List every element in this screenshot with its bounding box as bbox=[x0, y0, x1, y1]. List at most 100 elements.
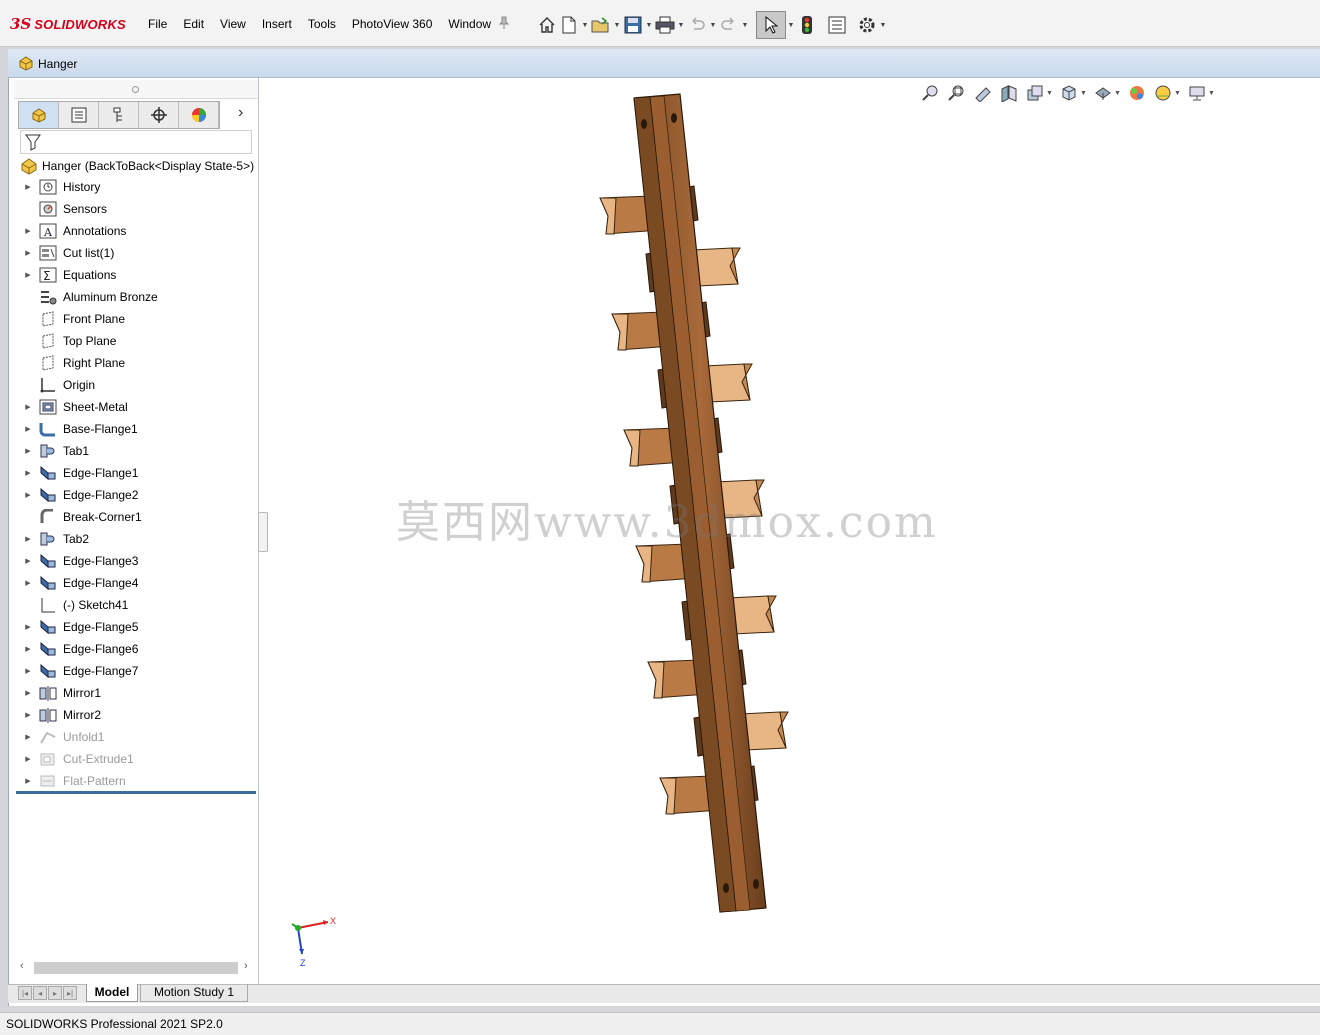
expand-arrow-icon[interactable]: ▶ bbox=[18, 227, 38, 235]
prev-tab-icon[interactable]: ◂ bbox=[33, 986, 47, 1000]
expand-arrow-icon[interactable]: ▶ bbox=[18, 271, 38, 279]
rollback-bar[interactable] bbox=[16, 791, 256, 794]
display-style-dropdown-icon[interactable]: ▼ bbox=[1114, 90, 1122, 97]
apply-scene-icon[interactable] bbox=[1152, 82, 1174, 104]
tab-motion-study[interactable]: Motion Study 1 bbox=[140, 984, 248, 1002]
tree-item-tab1[interactable]: ▶ Tab1 bbox=[18, 440, 256, 462]
tab-propertymanager[interactable] bbox=[59, 102, 99, 128]
tree-item-origin[interactable]: Origin bbox=[18, 374, 256, 396]
tree-item-top-plane[interactable]: Top Plane bbox=[18, 330, 256, 352]
panel-splitter-handle[interactable] bbox=[258, 512, 268, 552]
tree-item-equations[interactable]: ▶ Σ Equations bbox=[18, 264, 256, 286]
select-dropdown-icon[interactable]: ▼ bbox=[786, 14, 796, 36]
edit-appearance-icon[interactable] bbox=[1126, 82, 1148, 104]
expand-arrow-icon[interactable]: ▶ bbox=[18, 645, 38, 653]
save-icon[interactable] bbox=[622, 14, 644, 36]
expand-arrow-icon[interactable]: ▶ bbox=[18, 777, 38, 785]
tree-item-front-plane[interactable]: Front Plane bbox=[18, 308, 256, 330]
expand-arrow-icon[interactable]: ▶ bbox=[18, 667, 38, 675]
view-settings-icon[interactable] bbox=[1186, 82, 1208, 104]
select-pointer-icon[interactable] bbox=[756, 11, 786, 39]
expand-arrow-icon[interactable]: ▶ bbox=[18, 733, 38, 741]
expand-arrow-icon[interactable]: ▶ bbox=[18, 689, 38, 697]
tree-item-cut-list-1[interactable]: ▶ Cut list(1) bbox=[18, 242, 256, 264]
expand-arrow-icon[interactable]: ▶ bbox=[18, 755, 38, 763]
tree-item-cut-extrude1[interactable]: ▶ Cut-Extrude1 bbox=[18, 748, 256, 770]
open-icon[interactable] bbox=[590, 14, 612, 36]
tree-item-unfold1[interactable]: ▶ Unfold1 bbox=[18, 726, 256, 748]
tree-item-right-plane[interactable]: Right Plane bbox=[18, 352, 256, 374]
tree-item-sketch41[interactable]: (-) Sketch41 bbox=[18, 594, 256, 616]
menu-tools[interactable]: Tools bbox=[300, 17, 344, 31]
tree-item-aluminum-bronze[interactable]: Aluminum Bronze bbox=[18, 286, 256, 308]
orientation-dropdown-icon[interactable]: ▼ bbox=[1080, 90, 1088, 97]
menu-window[interactable]: Window bbox=[440, 17, 499, 31]
first-tab-icon[interactable]: |◂ bbox=[18, 986, 32, 1000]
tree-item-flat-pattern[interactable]: ▶ Flat-Pattern bbox=[18, 770, 256, 792]
expand-arrow-icon[interactable]: ▶ bbox=[18, 579, 38, 587]
tab-model[interactable]: Model bbox=[86, 984, 138, 1002]
save-dropdown-icon[interactable]: ▼ bbox=[644, 14, 654, 36]
expand-arrow-icon[interactable]: ▶ bbox=[18, 711, 38, 719]
solidworks-logo[interactable]: 3S SOLIDWORKS bbox=[10, 14, 126, 34]
home-icon[interactable] bbox=[536, 14, 558, 36]
tree-item-edge-flange4[interactable]: ▶ Edge-Flange4 bbox=[18, 572, 256, 594]
undo-dropdown-icon[interactable]: ▼ bbox=[708, 14, 718, 36]
undo-icon[interactable] bbox=[686, 14, 708, 36]
tree-item-break-corner1[interactable]: Break-Corner1 bbox=[18, 506, 256, 528]
print-dropdown-icon[interactable]: ▼ bbox=[676, 14, 686, 36]
next-tab-icon[interactable]: ▸ bbox=[48, 986, 62, 1000]
tree-item-edge-flange7[interactable]: ▶ Edge-Flange7 bbox=[18, 660, 256, 682]
scroll-thumb[interactable] bbox=[34, 962, 238, 974]
tree-item-mirror2[interactable]: ▶ Mirror2 bbox=[18, 704, 256, 726]
tree-horizontal-scrollbar[interactable]: ‹ › bbox=[18, 960, 254, 976]
expand-arrow-icon[interactable]: ▶ bbox=[18, 447, 38, 455]
display-style-icon[interactable] bbox=[1092, 82, 1114, 104]
print-icon[interactable] bbox=[654, 14, 676, 36]
panel-grip[interactable] bbox=[14, 80, 258, 99]
tree-filter-input[interactable] bbox=[20, 130, 252, 154]
expand-arrow-icon[interactable]: ▶ bbox=[18, 249, 38, 257]
tree-item-tab2[interactable]: ▶ Tab2 bbox=[18, 528, 256, 550]
zoom-to-fit-icon[interactable] bbox=[920, 82, 942, 104]
tree-item-annotations[interactable]: ▶ A Annotations bbox=[18, 220, 256, 242]
open-dropdown-icon[interactable]: ▼ bbox=[612, 14, 622, 36]
more-tabs-chevron-icon[interactable]: › bbox=[238, 104, 243, 122]
expand-arrow-icon[interactable]: ▶ bbox=[18, 183, 38, 191]
tree-item-mirror1[interactable]: ▶ Mirror1 bbox=[18, 682, 256, 704]
expand-arrow-icon[interactable]: ▶ bbox=[18, 491, 38, 499]
tab-display-manager[interactable] bbox=[179, 102, 219, 128]
menu-insert[interactable]: Insert bbox=[254, 17, 300, 31]
expand-arrow-icon[interactable]: ▶ bbox=[18, 557, 38, 565]
previous-view-icon[interactable] bbox=[972, 82, 994, 104]
tab-configurationmanager[interactable] bbox=[99, 102, 139, 128]
new-document-icon[interactable] bbox=[558, 14, 580, 36]
tree-item-sheet-metal[interactable]: ▶ Sheet-Metal bbox=[18, 396, 256, 418]
tree-item-edge-flange2[interactable]: ▶ Edge-Flange2 bbox=[18, 484, 256, 506]
options-dropdown-icon[interactable]: ▼ bbox=[878, 14, 888, 36]
menu-view[interactable]: View bbox=[212, 17, 254, 31]
section-view-icon[interactable] bbox=[998, 82, 1020, 104]
redo-icon[interactable] bbox=[718, 14, 740, 36]
expand-arrow-icon[interactable]: ▶ bbox=[18, 403, 38, 411]
scroll-right-icon[interactable]: › bbox=[244, 960, 248, 972]
dynamic-annotation-icon[interactable] bbox=[1024, 82, 1046, 104]
expand-arrow-icon[interactable]: ▶ bbox=[18, 469, 38, 477]
tree-root-hanger[interactable]: Hanger (BackToBack<Display State-5>) bbox=[20, 156, 254, 176]
menu-file[interactable]: File bbox=[140, 17, 175, 31]
tab-dimxpert[interactable] bbox=[139, 102, 179, 128]
rebuild-icon[interactable] bbox=[796, 14, 818, 36]
tree-item-edge-flange5[interactable]: ▶ Edge-Flange5 bbox=[18, 616, 256, 638]
new-dropdown-icon[interactable]: ▼ bbox=[580, 14, 590, 36]
settings-dropdown-icon[interactable]: ▼ bbox=[1208, 90, 1216, 97]
redo-dropdown-icon[interactable]: ▼ bbox=[740, 14, 750, 36]
menu-edit[interactable]: Edit bbox=[175, 17, 212, 31]
last-tab-icon[interactable]: ▸| bbox=[63, 986, 77, 1000]
tree-item-edge-flange3[interactable]: ▶ Edge-Flange3 bbox=[18, 550, 256, 572]
view-dropdown-icon[interactable]: ▼ bbox=[1046, 90, 1054, 97]
tab-featuremanager[interactable] bbox=[19, 102, 59, 128]
tree-item-edge-flange1[interactable]: ▶ Edge-Flange1 bbox=[18, 462, 256, 484]
file-properties-icon[interactable] bbox=[826, 14, 848, 36]
zoom-to-area-icon[interactable] bbox=[946, 82, 968, 104]
scene-dropdown-icon[interactable]: ▼ bbox=[1174, 90, 1182, 97]
